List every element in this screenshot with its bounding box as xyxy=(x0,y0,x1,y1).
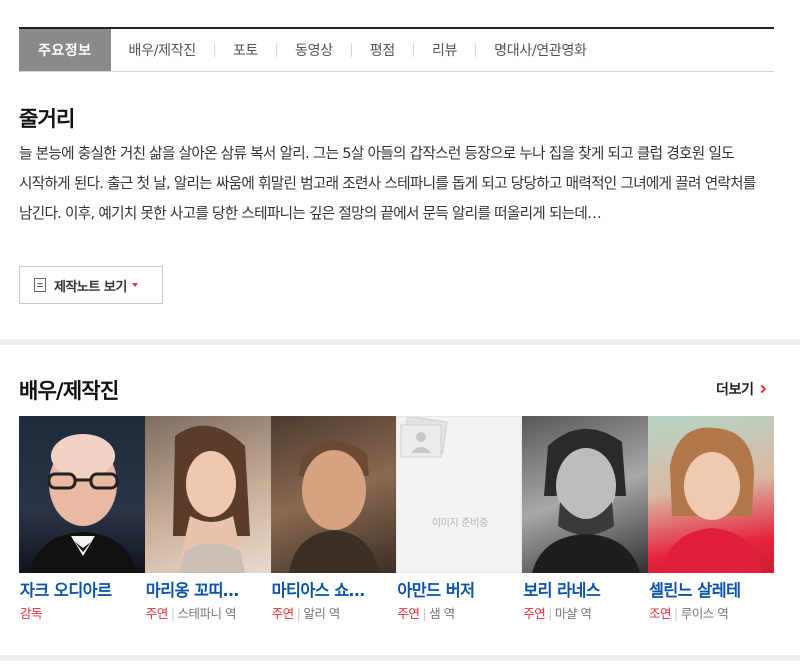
cast-card[interactable]: 자크 오디아르 감독 xyxy=(19,416,145,631)
tab-photo[interactable]: 포토 xyxy=(215,29,276,71)
cast-card[interactable]: 이미지 준비중 아만드 버저 주연 | 샘 역 xyxy=(396,416,523,631)
cast-character: 샘 역 xyxy=(429,606,455,621)
cast-role: 주연 | 스테파니 역 xyxy=(145,603,237,622)
production-note-label: 제작노트 보기 xyxy=(54,279,127,295)
cast-role: 주연 | 샘 역 xyxy=(397,603,455,622)
production-note-button[interactable]: 제작노트 보기 xyxy=(19,266,163,304)
cast-role: 조연 | 루이스 역 xyxy=(648,603,729,622)
cast-name[interactable]: 마리옹 꼬띠… xyxy=(146,577,270,601)
role-separator: | xyxy=(170,606,175,621)
cast-card[interactable]: 마티아스 쇼… 주연 | 알리 역 xyxy=(270,416,397,631)
cast-name[interactable]: 마티아스 쇼… xyxy=(272,577,396,601)
tab-bar: 주요정보 배우/제작진 포토 동영상 평점 리뷰 명대사/연관영화 xyxy=(19,27,774,72)
tab-quotes-related[interactable]: 명대사/연관영화 xyxy=(476,29,604,71)
synopsis-title: 줄거리 xyxy=(19,107,75,131)
cast-section-title: 배우/제작진 xyxy=(19,379,119,403)
cast-photo[interactable] xyxy=(270,416,397,573)
cast-card[interactable]: 마리옹 꼬띠… 주연 | 스테파니 역 xyxy=(144,416,271,631)
caret-down-icon xyxy=(131,283,138,287)
cast-role: 주연 | 알리 역 xyxy=(271,603,341,622)
cast-photo[interactable] xyxy=(19,416,145,573)
role-separator: | xyxy=(674,606,678,621)
cast-card[interactable]: 셀린느 살레테 조연 | 루이스 역 xyxy=(647,416,774,631)
cast-character: 알리 역 xyxy=(303,606,340,621)
cast-role-kind: 감독 xyxy=(20,606,43,621)
role-separator: | xyxy=(296,606,301,621)
more-link-label: 더보기 xyxy=(716,382,754,398)
cast-role-kind: 주연 xyxy=(145,606,169,621)
tab-review[interactable]: 리뷰 xyxy=(414,29,475,71)
tab-cast-crew[interactable]: 배우/제작진 xyxy=(111,29,214,71)
chevron-right-icon xyxy=(757,384,766,394)
cast-photo[interactable] xyxy=(144,416,271,573)
cast-role-kind: 주연 xyxy=(523,606,546,621)
cast-name[interactable]: 셀린느 살레테 xyxy=(649,577,773,601)
cast-role: 감독 xyxy=(20,603,43,622)
section-divider xyxy=(0,655,800,661)
cast-role-kind: 주연 xyxy=(271,606,295,621)
document-icon xyxy=(34,278,46,292)
more-link[interactable]: 더보기 xyxy=(716,379,766,399)
cast-role: 주연 | 마샬 역 xyxy=(523,603,592,622)
role-separator: | xyxy=(548,606,552,621)
cast-role-kind: 조연 xyxy=(648,606,672,621)
tab-main-info[interactable]: 주요정보 xyxy=(19,29,111,71)
cast-name[interactable]: 자크 오디아르 xyxy=(20,577,144,601)
cast-name[interactable]: 보리 라네스 xyxy=(523,577,647,601)
tab-rating[interactable]: 평점 xyxy=(352,29,413,71)
image-placeholder-icon xyxy=(400,417,448,458)
section-divider xyxy=(0,339,800,345)
cast-card[interactable]: 보리 라네스 주연 | 마샬 역 xyxy=(522,416,648,631)
tab-video[interactable]: 동영상 xyxy=(277,29,351,71)
cast-character: 마샬 역 xyxy=(554,606,592,621)
placeholder-text: 이미지 준비중 xyxy=(431,518,489,529)
cast-photo[interactable] xyxy=(647,416,774,573)
cast-character: 스테파니 역 xyxy=(177,606,237,621)
cast-photo-placeholder[interactable]: 이미지 준비중 xyxy=(396,416,523,573)
cast-list: 자크 오디아르 감독 마리옹 꼬띠… 주연 | 스테파니 역 마티아스 쇼… 주… xyxy=(19,416,774,631)
cast-name[interactable]: 아만드 버저 xyxy=(397,577,521,601)
cast-photo[interactable] xyxy=(522,416,648,573)
cast-role-kind: 주연 xyxy=(397,606,420,621)
synopsis-text: 늘 본능에 충실한 거친 삶을 살아온 삼류 복서 알리. 그는 5살 아들의 … xyxy=(19,145,756,222)
role-separator: | xyxy=(422,606,427,621)
cast-character: 루이스 역 xyxy=(680,606,729,621)
